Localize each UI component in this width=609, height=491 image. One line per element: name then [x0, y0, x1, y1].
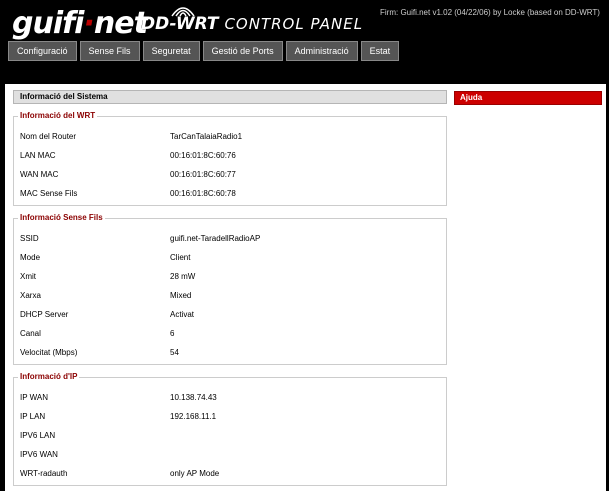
main-tabs: Configuració Sense Fils Seguretat Gestió… [8, 41, 400, 61]
tab-seguretat[interactable]: Seguretat [142, 41, 200, 61]
wireless-info-legend: Informació Sense Fils [18, 213, 105, 222]
info-row: Velocitat (Mbps) 54 [20, 348, 179, 357]
wrt-info-fieldset: Informació del WRT Nom del Router TarCanT… [13, 111, 447, 206]
info-row: IP LAN 192.168.11.1 [20, 412, 217, 421]
tab-configuracio[interactable]: Configuració [8, 41, 77, 61]
info-row: WRT-radauth only AP Mode [20, 469, 220, 478]
info-row: IPV6 WAN [20, 450, 58, 459]
main-content: Informació del Sistema Informació del WR… [5, 84, 606, 491]
info-row: LAN MAC 00:16:01:8C:60:76 [20, 151, 236, 160]
tab-sense-fils[interactable]: Sense Fils [79, 41, 140, 61]
help-panel-title: Ajuda [454, 91, 602, 105]
info-row: Mode Client [20, 253, 191, 262]
control-panel-title: DD-WRT CONTROL PANEL [141, 14, 364, 34]
wrt-info-legend: Informació del WRT [18, 111, 98, 120]
info-row: IP WAN 10.138.74.43 [20, 393, 217, 402]
tab-estat[interactable]: Estat [360, 41, 400, 61]
info-row: DHCP Server Activat [20, 310, 195, 319]
info-row: Xmit 28 mW [20, 272, 196, 281]
info-row: MAC Sense Fils 00:16:01:8C:60:78 [20, 189, 236, 198]
header: guifi·net DD-WRT CONTROL PANEL Firm: Gui… [0, 0, 609, 82]
wireless-info-fieldset: Informació Sense Fils SSID guifi.net-Tara… [13, 213, 447, 365]
system-info-panel: Informació del Sistema Informació del WR… [13, 90, 447, 486]
ip-info-fieldset: Informació d'IP IP WAN 10.138.74.43 IP LA… [13, 372, 447, 486]
ip-info-legend: Informació d'IP [18, 372, 80, 381]
firmware-info: Firm: Guifi.net v1.02 (04/22/06) by Lock… [380, 8, 600, 17]
logo: guifi·net [12, 6, 148, 41]
tab-administracio[interactable]: Administració [285, 41, 358, 61]
info-row: IPV6 LAN [20, 431, 56, 440]
info-row: Canal 6 [20, 329, 175, 338]
section-title: Informació del Sistema [13, 90, 447, 104]
info-row: Nom del Router TarCanTalaiaRadio1 [20, 132, 243, 141]
info-row: Xarxa Mixed [20, 291, 192, 300]
info-row: SSID guifi.net-TaradellRadioAP [20, 234, 261, 243]
tab-gestio-ports[interactable]: Gestió de Ports [202, 41, 283, 61]
info-row: WAN MAC 00:16:01:8C:60:77 [20, 170, 236, 179]
